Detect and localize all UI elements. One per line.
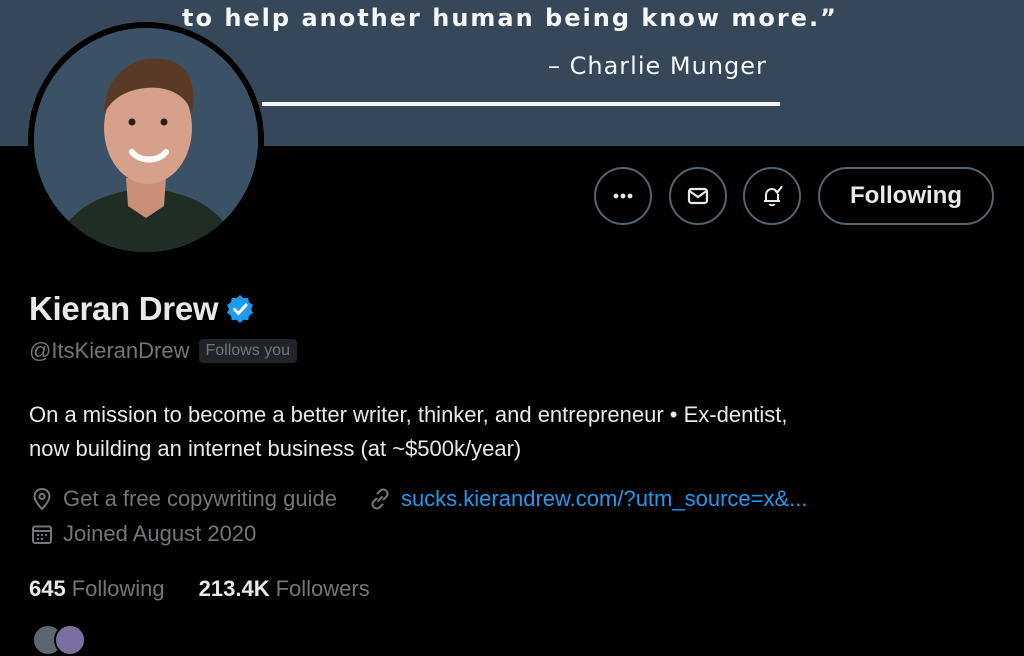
joined-text: Joined August 2020 — [63, 521, 257, 546]
location-pin-icon — [33, 487, 51, 511]
display-name: Kieran Drew — [29, 290, 219, 327]
mail-icon — [687, 187, 709, 205]
bell-check-icon — [764, 185, 783, 207]
bio-line: On a mission to become a better writer, … — [29, 402, 788, 427]
joined-item: Joined August 2020 — [29, 521, 256, 547]
location-item: Get a free copywriting guide — [29, 486, 337, 512]
joined-row: Joined August 2020 — [29, 521, 256, 547]
following-count: 645 — [29, 576, 66, 601]
following-label: Following — [71, 576, 165, 601]
followed-by-avatars[interactable] — [32, 624, 86, 656]
more-icon — [613, 193, 633, 199]
calendar-icon — [32, 525, 52, 544]
avatar — [54, 624, 86, 656]
message-button[interactable] — [669, 167, 727, 225]
profile-actions: Following — [0, 167, 1024, 229]
profile-handle: @ItsKieranDrew — [29, 338, 190, 363]
banner-quote-author: – Charlie Munger — [548, 52, 767, 80]
followers-label: Followers — [275, 576, 370, 601]
following-button[interactable]: Following — [818, 167, 994, 225]
profile-meta-row: Get a free copywriting guide sucks.kiera… — [29, 486, 808, 512]
more-button[interactable] — [594, 167, 652, 225]
website-link[interactable]: sucks.kierandrew.com/?utm_source=x&... — [401, 486, 808, 512]
link-icon — [371, 488, 389, 510]
profile-bio: On a mission to become a better writer, … — [29, 398, 989, 466]
location-text: Get a free copywriting guide — [63, 486, 337, 511]
following-stat[interactable]: 645 Following — [29, 576, 165, 602]
follows-you-badge: Follows you — [198, 339, 297, 363]
bio-line: now building an internet business (at ~$… — [29, 436, 522, 461]
banner-quote-text: to help another human being know more.” — [182, 4, 838, 32]
profile-name-row: Kieran Drew — [29, 290, 256, 328]
followers-count: 213.4K — [198, 576, 270, 601]
banner-divider — [262, 102, 780, 106]
followers-stat[interactable]: 213.4K Followers — [199, 576, 370, 602]
verified-badge-icon[interactable] — [224, 293, 256, 325]
notifications-button[interactable] — [743, 167, 801, 225]
handle-row: @ItsKieranDrew Follows you — [29, 338, 297, 364]
website-item[interactable]: sucks.kierandrew.com/?utm_source=x&... — [367, 486, 808, 512]
profile-stats: 645 Following 213.4K Followers — [29, 576, 404, 602]
